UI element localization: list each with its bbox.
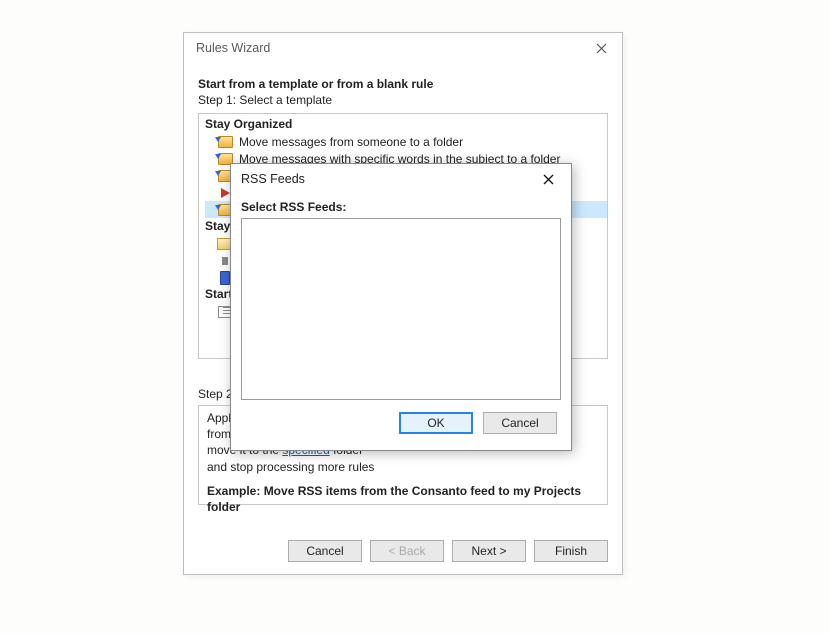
template-label: Move messages from someone to a folder (239, 135, 463, 149)
back-button: < Back (370, 540, 444, 562)
rss-dialog-title: RSS Feeds (241, 172, 305, 186)
example-text: Example: Move RSS items from the Consant… (207, 483, 599, 515)
cancel-button[interactable]: Cancel (483, 412, 557, 434)
close-icon[interactable] (531, 168, 565, 190)
rss-titlebar: RSS Feeds (231, 164, 571, 194)
rss-body: Select RSS Feeds: OK Cancel (231, 194, 571, 434)
next-button[interactable]: Next > (452, 540, 526, 562)
move-folder-icon (217, 135, 233, 149)
close-icon[interactable] (584, 37, 618, 59)
rss-feeds-listbox[interactable] (241, 218, 561, 400)
wizard-title: Rules Wizard (196, 41, 270, 55)
ok-button[interactable]: OK (399, 412, 473, 434)
step1-label: Step 1: Select a template (198, 93, 608, 107)
cancel-button[interactable]: Cancel (288, 540, 362, 562)
instruction-heading: Start from a template or from a blank ru… (198, 77, 608, 91)
desc-line: and stop processing more rules (207, 459, 599, 475)
rss-feeds-dialog: RSS Feeds Select RSS Feeds: OK Cancel (230, 163, 572, 451)
section-stay-organized: Stay Organized (199, 114, 607, 133)
rss-select-label: Select RSS Feeds: (241, 200, 561, 214)
wizard-button-row: Cancel < Back Next > Finish (288, 540, 608, 562)
rss-button-row: OK Cancel (241, 412, 561, 434)
wizard-titlebar: Rules Wizard (184, 33, 622, 63)
finish-button[interactable]: Finish (534, 540, 608, 562)
template-row[interactable]: Move messages from someone to a folder (205, 133, 607, 150)
